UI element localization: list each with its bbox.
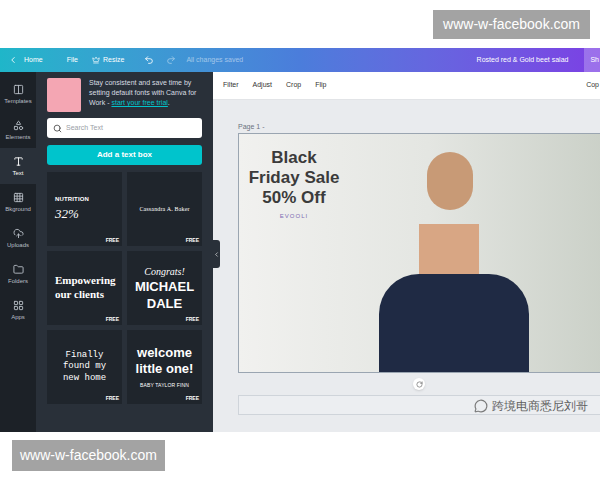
collapse-icon [213, 251, 220, 258]
rail-item[interactable]: Templates [0, 76, 36, 112]
rail-item[interactable]: Bkground [0, 184, 36, 220]
headline-line: 50% Off [262, 188, 325, 208]
wechat-icon [474, 399, 488, 413]
free-badge: FREE [186, 395, 199, 403]
rail-item[interactable]: Folders [0, 256, 36, 292]
rail-icon [13, 120, 24, 131]
bottom-strip: www-w-facebook.com [0, 432, 600, 480]
rail-item[interactable]: Apps [0, 292, 36, 328]
redo-icon[interactable] [166, 55, 176, 65]
main-area: Filter Adjust Crop Flip Cop Page 1 - BlackFrid… [213, 72, 600, 432]
watermark: www-w-facebook.com [433, 10, 590, 39]
free-badge: FREE [106, 237, 119, 245]
search-icon [53, 124, 62, 133]
top-strip: www-w-facebook.com [0, 0, 600, 48]
brand-text: EVOOLI [280, 212, 308, 221]
template-grid: NUTRITION32%FREECassandra A. BakerFREEEm… [47, 172, 202, 404]
screen: www-w-facebook.com Home File Resize All chan… [0, 0, 600, 480]
editor-body: TemplatesElementsTextBkgroundUploadsFold… [0, 72, 600, 432]
rail-icon [13, 156, 24, 167]
promo-link[interactable]: start your free trial [111, 99, 167, 106]
promo-text: Stay consistent and save time by setting… [89, 78, 202, 108]
rotate-handle[interactable] [413, 378, 425, 390]
back-icon[interactable] [8, 55, 18, 65]
headline-line: Black [271, 148, 316, 168]
template-card[interactable]: NUTRITION32% FREE [47, 172, 122, 246]
brand-image [47, 78, 81, 112]
toolbar-button[interactable]: Flip [315, 80, 326, 91]
add-text-button[interactable]: Add a text box [47, 145, 202, 165]
rail-icon [13, 192, 24, 203]
rail-icon [13, 300, 24, 311]
template-card[interactable]: Empowering our clients FREE [47, 251, 122, 325]
collapse-handle[interactable] [213, 240, 220, 268]
template-text: welcome little one! [131, 345, 198, 378]
rail-item[interactable]: Text [0, 148, 36, 184]
resize-button[interactable]: Resize [103, 55, 124, 66]
template-text: Finally found my new home [55, 350, 114, 384]
rail-item[interactable]: Elements [0, 112, 36, 148]
rotate-icon [416, 381, 423, 388]
page-label: Page 1 - [238, 122, 600, 132]
copy-button[interactable]: Cop [586, 80, 600, 91]
free-badge: FREE [186, 316, 199, 324]
icon-rail: TemplatesElementsTextBkgroundUploadsFold… [0, 72, 36, 432]
crown-icon [92, 56, 100, 64]
rail-icon [13, 84, 24, 95]
photo [349, 134, 549, 373]
file-menu[interactable]: File [67, 55, 78, 66]
toolbar-button[interactable]: Crop [286, 80, 301, 91]
template-card[interactable]: Cassandra A. Baker FREE [127, 172, 202, 246]
rail-icon [13, 264, 24, 275]
template-text: 32% [55, 204, 79, 224]
watermark: www-w-facebook.com [12, 440, 165, 471]
headline-line: Friday Sale [249, 168, 340, 188]
template-text: Congrats! [144, 264, 185, 279]
template-text: MICHAEL DALE [131, 279, 198, 312]
rail-item[interactable]: Uploads [0, 220, 36, 256]
free-badge: FREE [186, 237, 199, 245]
template-card[interactable]: Finally found my new home FREE [47, 330, 122, 404]
toolbar-button[interactable]: Filter [223, 80, 239, 91]
template-text: Empowering our clients [55, 274, 116, 302]
rail-icon [13, 228, 24, 239]
free-badge: FREE [106, 316, 119, 324]
toolbar-button[interactable]: Adjust [253, 80, 272, 91]
template-text: NUTRITION [55, 195, 89, 204]
template-card[interactable]: welcome little one! BABY TAYLOR FINN FREE [127, 330, 202, 404]
design-title[interactable]: Rosted red & Gold beet salad [477, 55, 569, 66]
save-status: All changes saved [186, 55, 243, 66]
template-text: BABY TAYLOR FINN [140, 382, 189, 390]
top-bar: Home File Resize All changes saved Rosted re… [0, 48, 600, 72]
undo-icon[interactable] [144, 55, 154, 65]
promo: Stay consistent and save time by setting… [47, 78, 202, 112]
share-button[interactable]: Sh [584, 48, 600, 72]
free-badge: FREE [106, 395, 119, 403]
design-page[interactable]: BlackFriday Sale50% Off EVOOLI [238, 133, 600, 373]
template-card[interactable]: Congrats!MICHAEL DALE FREE [127, 251, 202, 325]
text-panel: Stay consistent and save time by setting… [36, 72, 213, 432]
editor-app: Home File Resize All changes saved Rosted re… [0, 48, 600, 432]
design-text[interactable]: BlackFriday Sale50% Off EVOOLI [239, 134, 349, 221]
canvas-area: Page 1 - BlackFriday Sale50% Off EVOOLI [213, 100, 600, 432]
channel-watermark: 跨境电商悉尼刘哥 [474, 397, 588, 415]
search-field[interactable]: Search Text [47, 118, 202, 138]
home-button[interactable]: Home [24, 55, 43, 66]
template-text: Cassandra A. Baker [139, 205, 189, 214]
image-toolbar: Filter Adjust Crop Flip Cop [213, 72, 600, 100]
